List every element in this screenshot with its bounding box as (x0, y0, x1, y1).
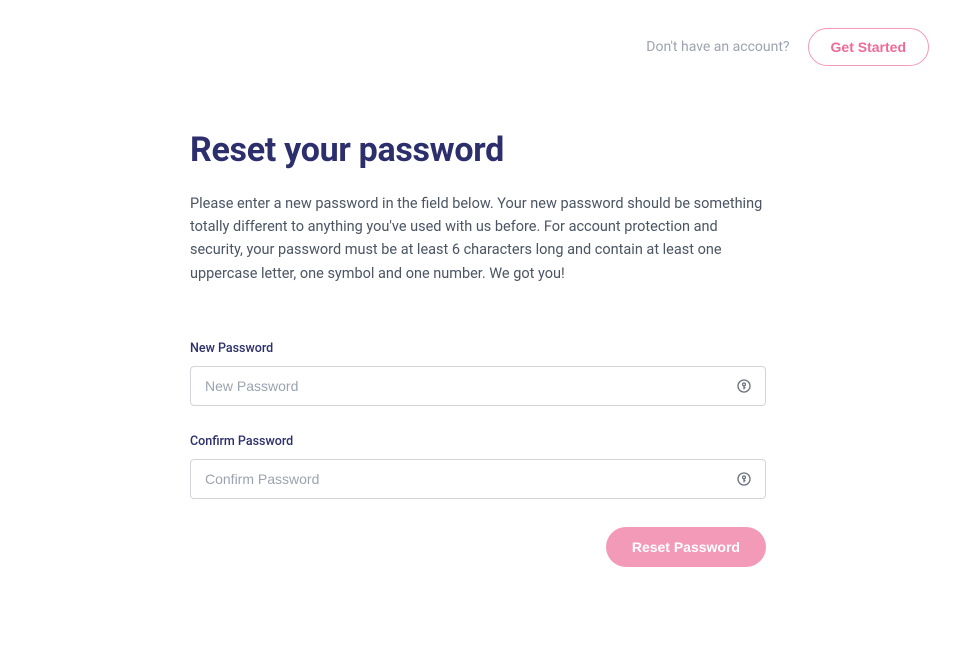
page-title: Reset your password (190, 130, 766, 170)
password-key-icon (736, 471, 752, 487)
new-password-input[interactable] (190, 366, 766, 406)
reset-password-panel: Reset your password Please enter a new p… (190, 130, 766, 567)
instructions-text: Please enter a new password in the field… (190, 192, 766, 285)
new-password-label: New Password (190, 341, 766, 356)
form-actions: Reset Password (190, 527, 766, 567)
reset-password-button[interactable]: Reset Password (606, 527, 766, 567)
new-password-group: New Password (190, 341, 766, 406)
confirm-password-input[interactable] (190, 459, 766, 499)
confirm-password-group: Confirm Password (190, 434, 766, 499)
confirm-password-wrapper (190, 459, 766, 499)
account-prompt-text: Don't have an account? (646, 39, 789, 55)
confirm-password-label: Confirm Password (190, 434, 766, 449)
header-actions: Don't have an account? Get Started (646, 28, 929, 66)
new-password-wrapper (190, 366, 766, 406)
get-started-button[interactable]: Get Started (808, 28, 929, 66)
password-key-icon (736, 378, 752, 394)
